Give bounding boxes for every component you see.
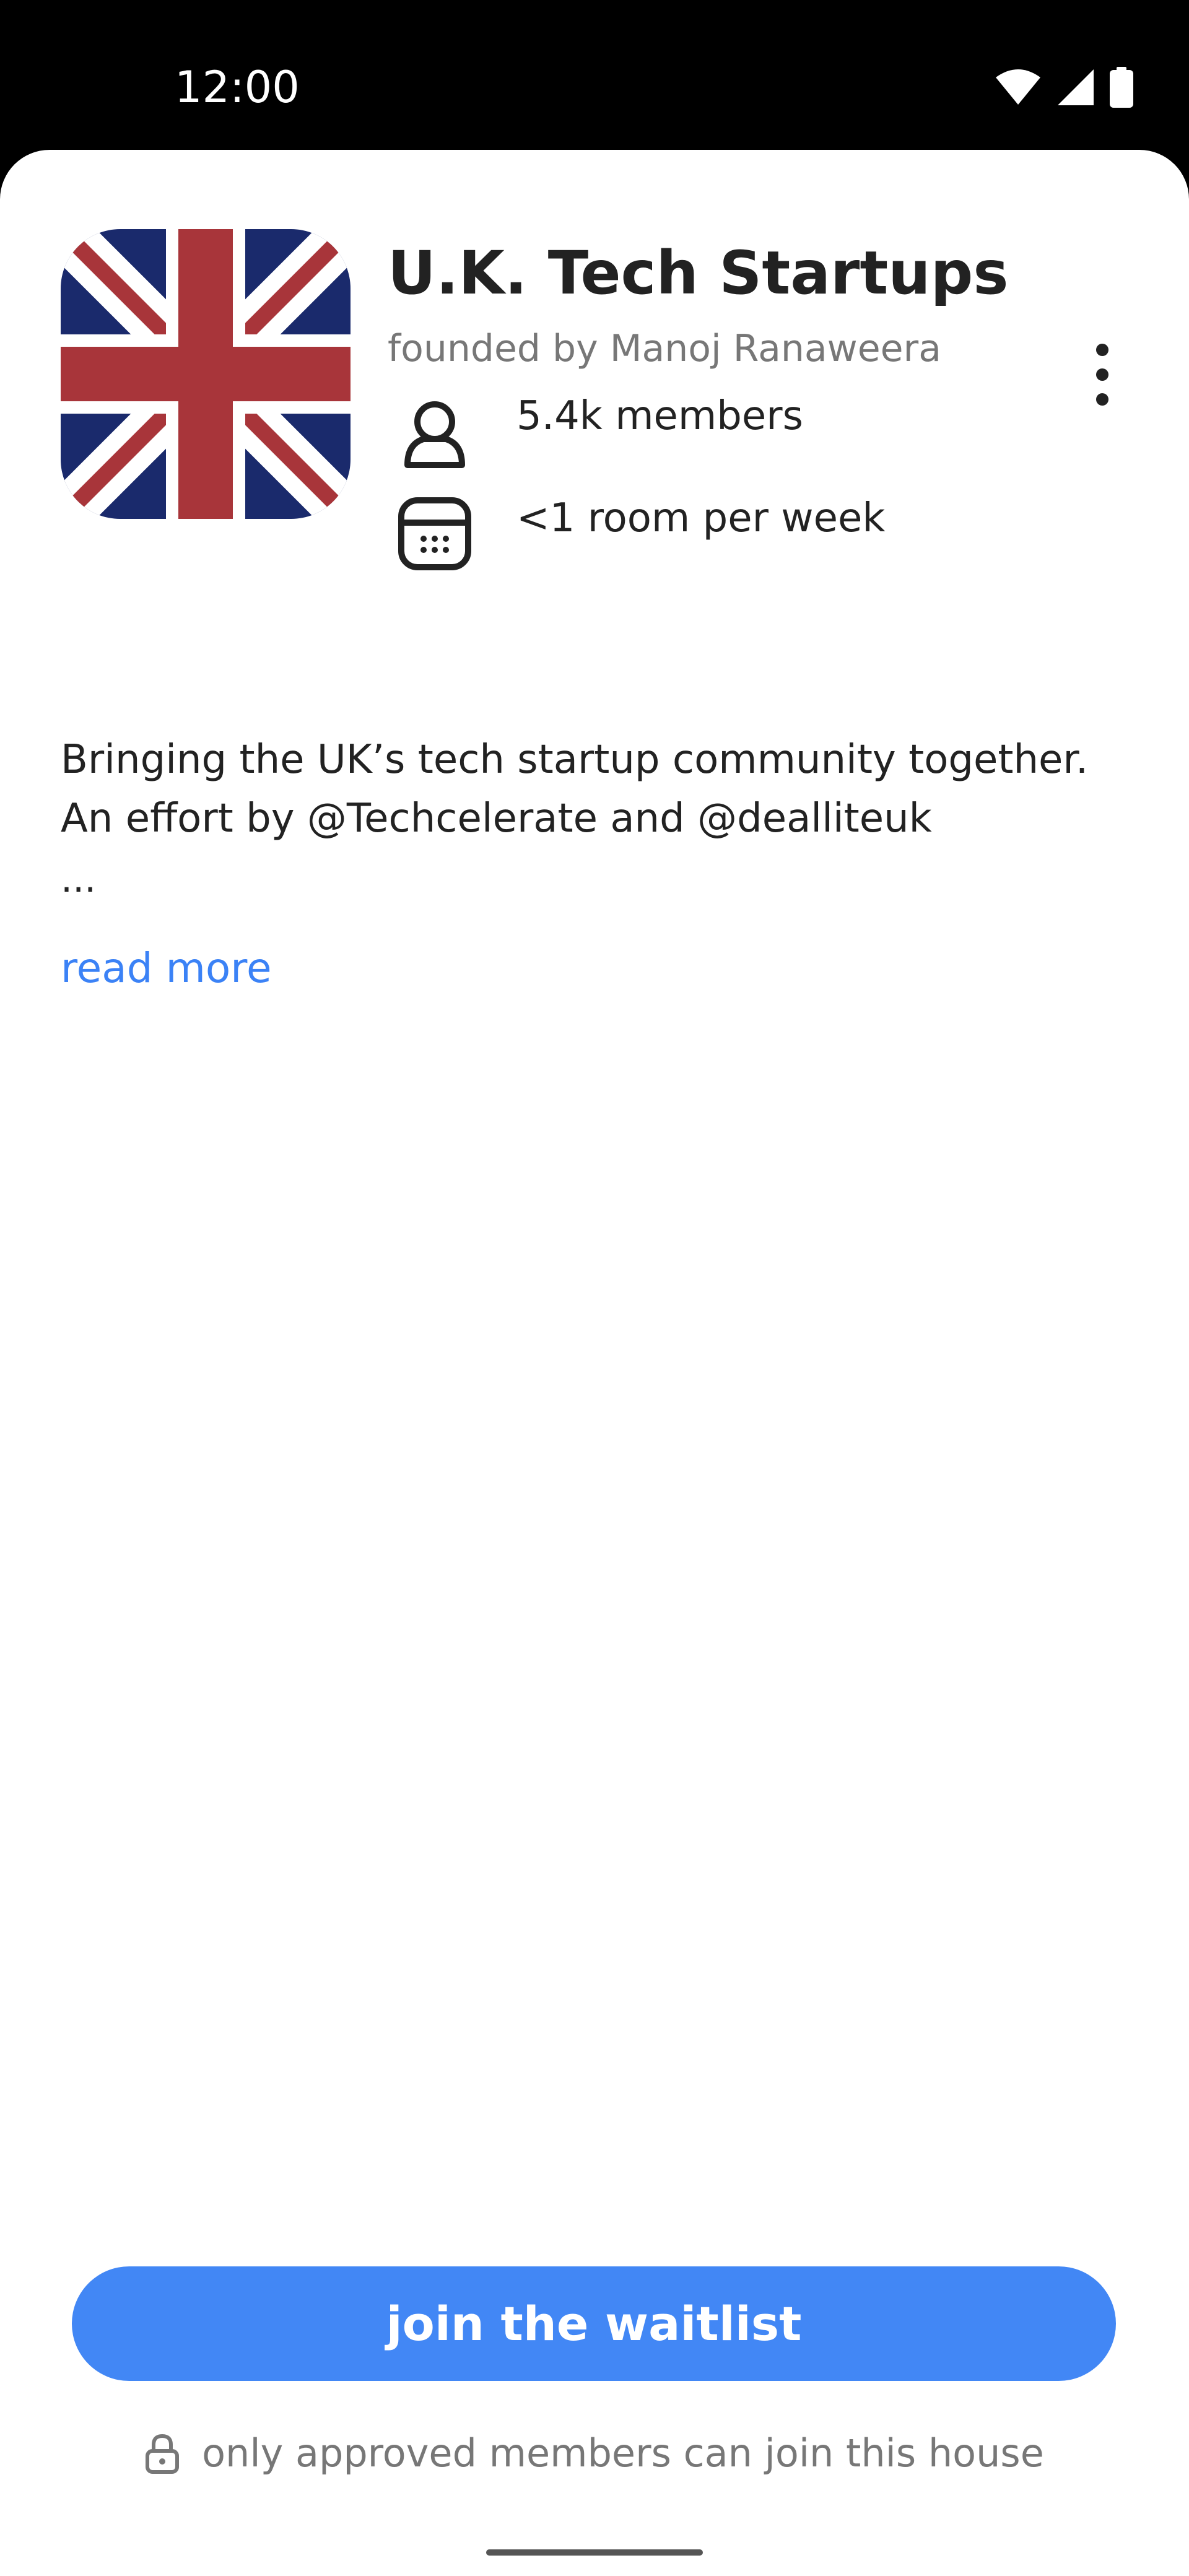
approval-notice-text: only approved members can join this hous… <box>202 2430 1044 2476</box>
members-stat: 5.4k members <box>396 393 803 470</box>
join-waitlist-button[interactable]: join the waitlist <box>72 2266 1116 2381</box>
status-time: 12:00 <box>175 62 300 113</box>
house-title: U.K. Tech Startups <box>388 238 1009 308</box>
description-ellipsis: ... <box>61 858 97 901</box>
approval-notice: only approved members can join this hous… <box>0 2430 1189 2476</box>
read-more-link[interactable]: read more <box>61 944 272 992</box>
home-indicator[interactable] <box>486 2549 703 2556</box>
calendar-icon <box>398 497 471 570</box>
more-dot-icon <box>1096 344 1108 356</box>
lock-icon <box>146 2434 180 2474</box>
status-icons <box>995 67 1133 108</box>
signal-icon <box>1058 69 1094 105</box>
members-count: 5.4k members <box>516 393 803 439</box>
rooms-stat: <1 room per week <box>396 495 885 572</box>
wifi-icon <box>996 69 1040 105</box>
status-bar: 12:00 <box>0 0 1189 152</box>
founder-text[interactable]: founded by Manoj Ranaweera <box>388 327 941 370</box>
battery-icon <box>1110 67 1133 108</box>
more-dot-icon <box>1096 368 1108 381</box>
rooms-frequency: <1 room per week <box>516 495 886 541</box>
house-avatar-union-jack[interactable] <box>61 229 351 519</box>
more-dot-icon <box>1096 393 1108 406</box>
more-options-button[interactable] <box>1078 337 1127 412</box>
person-icon <box>404 401 465 468</box>
house-description: Bringing the UK’s tech startup community… <box>61 737 1089 842</box>
union-jack-image <box>61 229 351 519</box>
